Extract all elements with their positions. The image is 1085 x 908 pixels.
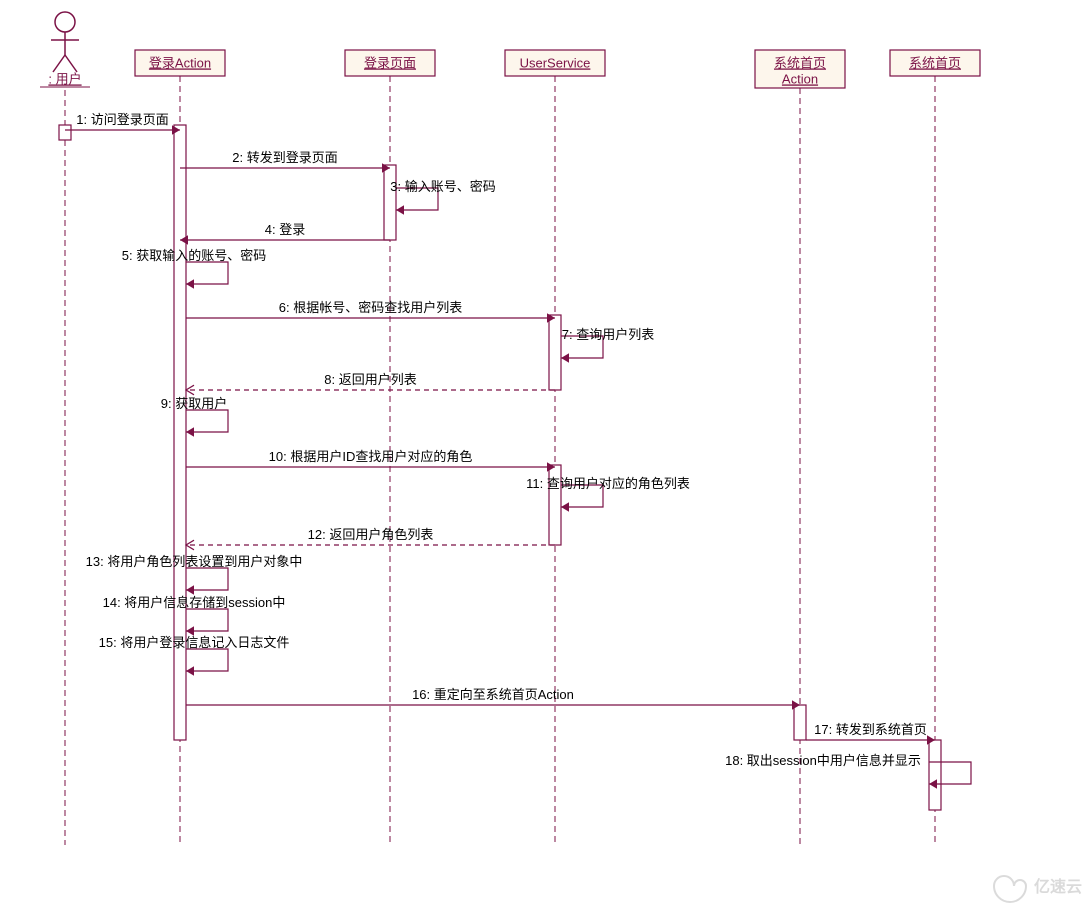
svg-text:11: 查询用户对应的角色列表: 11: 查询用户对应的角色列表: [526, 476, 690, 491]
svg-text:14: 将用户信息存储到session中: 14: 将用户信息存储到session中: [103, 595, 286, 610]
svg-text:10: 根据用户ID查找用户对应的角色: 10: 根据用户ID查找用户对应的角色: [269, 449, 473, 464]
message-1: 1: 访问登录页面: [65, 112, 180, 130]
svg-text:8: 返回用户列表: 8: 返回用户列表: [324, 372, 416, 387]
svg-text:亿速云: 亿速云: [1034, 877, 1082, 896]
message-9: 9: 获取用户: [161, 396, 228, 432]
svg-text:17: 转发到系统首页: 17: 转发到系统首页: [814, 722, 927, 737]
activation-bar: [794, 705, 806, 740]
svg-text:5: 获取输入的账号、密码: 5: 获取输入的账号、密码: [122, 248, 266, 263]
svg-text:13: 将用户角色列表设置到用户对象中: 13: 将用户角色列表设置到用户对象中: [86, 554, 303, 569]
activation-bar: [549, 315, 561, 390]
svg-text:3: 输入账号、密码: 3: 输入账号、密码: [390, 179, 495, 194]
svg-text:18: 取出session中用户信息并显示: 18: 取出session中用户信息并显示: [725, 753, 921, 768]
activation-bar: [384, 165, 396, 240]
homepage-box-label: 系统首页: [909, 55, 961, 70]
activation-bar: [929, 740, 941, 810]
message-6: 6: 根据帐号、密码查找用户列表: [186, 300, 555, 318]
message-5: 5: 获取输入的账号、密码: [122, 248, 266, 284]
activation-bar: [59, 125, 71, 140]
svg-text:系统首页: 系统首页: [774, 55, 826, 70]
sequence-diagram: : 用户登录Action登录页面UserService系统首页Action系统首…: [0, 0, 1085, 908]
message-4: 4: 登录: [180, 222, 390, 240]
message-14: 14: 将用户信息存储到session中: [103, 595, 286, 631]
message-10: 10: 根据用户ID查找用户对应的角色: [186, 449, 555, 467]
message-13: 13: 将用户角色列表设置到用户对象中: [86, 554, 303, 590]
message-12: 12: 返回用户角色列表: [186, 527, 555, 545]
user-service-box-label: UserService: [520, 55, 591, 70]
actor-label: : 用户: [48, 71, 81, 86]
svg-text:16: 重定向至系统首页Action: 16: 重定向至系统首页Action: [412, 687, 574, 702]
svg-text:4: 登录: 4: 登录: [265, 222, 305, 237]
message-8: 8: 返回用户列表: [186, 372, 555, 390]
svg-text:9: 获取用户: 9: 获取用户: [161, 396, 227, 411]
message-3: 3: 输入账号、密码: [390, 179, 495, 210]
svg-text:15: 将用户登录信息记入日志文件: 15: 将用户登录信息记入日志文件: [99, 635, 290, 650]
message-16: 16: 重定向至系统首页Action: [186, 687, 800, 705]
message-7: 7: 查询用户列表: [561, 327, 654, 358]
svg-text:Action: Action: [782, 71, 818, 86]
svg-text:6: 根据帐号、密码查找用户列表: 6: 根据帐号、密码查找用户列表: [279, 300, 462, 315]
message-2: 2: 转发到登录页面: [180, 150, 390, 168]
svg-text:12: 返回用户角色列表: 12: 返回用户角色列表: [308, 527, 434, 542]
watermark: 亿速云: [994, 876, 1082, 902]
svg-text:2: 转发到登录页面: 2: 转发到登录页面: [232, 150, 337, 165]
message-15: 15: 将用户登录信息记入日志文件: [99, 635, 290, 671]
login-page-box-label: 登录页面: [364, 55, 416, 70]
message-17: 17: 转发到系统首页: [806, 722, 935, 740]
svg-text:1: 访问登录页面: 1: 访问登录页面: [76, 112, 168, 127]
login-action-box-label: 登录Action: [149, 55, 211, 70]
svg-text:7: 查询用户列表: 7: 查询用户列表: [562, 327, 654, 342]
